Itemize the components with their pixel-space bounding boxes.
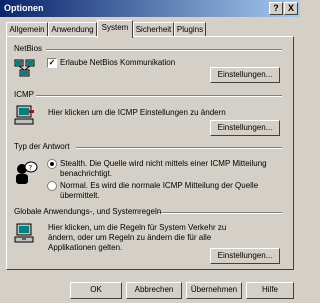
tab-sicherheit[interactable]: Sicherheit	[133, 22, 174, 37]
title-bar: Optionen ? X	[0, 0, 300, 17]
icmp-separator	[36, 95, 282, 97]
computer-rules-icon	[14, 223, 34, 243]
icmp-section-label: ICMP	[14, 90, 34, 99]
netbios-settings-button[interactable]: Einstellungen...	[210, 67, 280, 83]
normal-radio[interactable]	[47, 181, 57, 191]
stealth-radio[interactable]	[47, 159, 57, 169]
network-icon	[14, 59, 35, 77]
tab-allgemein[interactable]: Allgemein	[6, 22, 48, 37]
tab-system[interactable]: System	[97, 20, 133, 38]
ok-button[interactable]: OK	[70, 282, 122, 299]
cancel-button[interactable]: Abbrechen	[126, 282, 182, 299]
help-footer-button[interactable]: Hilfe	[246, 282, 294, 299]
netbios-checkbox-label: Erlaube NetBios Kommunikation	[60, 58, 176, 67]
icmp-description: Hier klicken um die ICMP Einstellungen z…	[48, 108, 226, 117]
stealth-option-label: Stealth. Die Quelle wird nicht mittels e…	[60, 159, 267, 178]
netbios-checkbox[interactable]: ✓	[47, 58, 57, 68]
user-speech-icon: ?	[16, 161, 38, 184]
computer-icon	[14, 105, 34, 125]
global-description: Hier klicken, um die Regeln für System V…	[48, 223, 227, 252]
icmp-settings-button[interactable]: Einstellungen...	[210, 120, 280, 136]
tab-plugins[interactable]: Plugins	[174, 22, 206, 37]
global-section-label: Globale Anwendungs-, und Systemregeln	[14, 207, 162, 216]
window-title: Optionen	[4, 3, 44, 13]
apply-button[interactable]: Übernehmen	[186, 282, 242, 299]
global-settings-button[interactable]: Einstellungen...	[210, 248, 280, 264]
normal-option-label: Normal. Es wird die normale ICMP Mitteil…	[60, 181, 259, 200]
close-button[interactable]: X	[284, 2, 298, 15]
help-button[interactable]: ?	[269, 2, 283, 15]
tab-anwendung[interactable]: Anwendung	[48, 22, 97, 37]
netbios-section-label: NetBios	[14, 44, 43, 53]
global-separator	[158, 212, 282, 214]
response-separator	[76, 147, 282, 149]
netbios-separator	[46, 49, 282, 51]
svg-text:?: ?	[29, 164, 33, 172]
response-section-label: Typ der Antwort	[14, 142, 70, 151]
